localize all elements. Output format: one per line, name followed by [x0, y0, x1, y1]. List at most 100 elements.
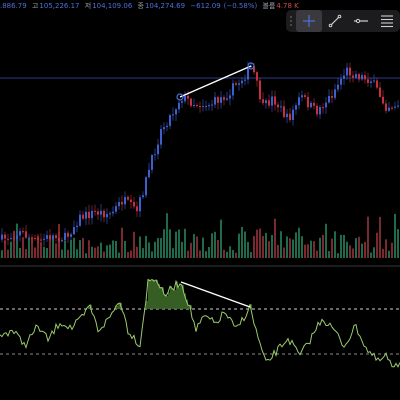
volume-bar — [322, 234, 324, 258]
drawing-toolbar[interactable] — [286, 10, 400, 32]
crosshair-button[interactable] — [296, 10, 322, 32]
candle-body — [397, 105, 399, 107]
candle-body — [304, 95, 306, 97]
volume-bar — [307, 244, 309, 258]
candle-body — [322, 107, 324, 109]
candle-body — [10, 238, 12, 240]
volume-bar — [235, 252, 237, 258]
candle-body — [385, 103, 387, 111]
volume-bar — [352, 248, 354, 258]
candle-body — [28, 237, 30, 239]
candle-body — [283, 106, 285, 118]
candle-body — [139, 197, 141, 212]
volume-bar — [316, 250, 318, 258]
candle-body — [310, 102, 312, 108]
horizontal-ray-button[interactable] — [348, 10, 374, 32]
volume-bar — [325, 223, 327, 258]
volume-bar — [148, 242, 150, 258]
candle-body — [193, 104, 195, 106]
low-value: 104,109.06 — [92, 2, 133, 10]
candle-body — [136, 206, 138, 212]
close-value: 104,274.69 — [144, 2, 186, 10]
volume-bar — [106, 245, 108, 258]
volume-bar — [121, 227, 123, 258]
volume-bar — [202, 237, 204, 258]
candle-body — [325, 102, 327, 108]
volume-bar — [199, 250, 201, 258]
volume-bar — [271, 235, 273, 258]
volume-bar — [286, 236, 288, 258]
candle-body — [289, 113, 291, 120]
candle-body — [316, 105, 318, 115]
volume-bar — [205, 251, 207, 258]
volume-bar — [274, 218, 276, 258]
volume-bar — [118, 252, 120, 258]
volume-bar — [376, 232, 378, 258]
candle-body — [100, 210, 102, 215]
volume-bar — [10, 241, 12, 258]
volume-bar — [382, 248, 384, 258]
volume-bar — [364, 241, 366, 258]
volume-bar — [94, 247, 96, 258]
volume-bar — [181, 241, 183, 258]
candle-body — [286, 113, 288, 118]
fib-retracement-button[interactable] — [374, 10, 400, 32]
candle-body — [172, 114, 174, 116]
candle-body — [313, 102, 315, 106]
candle-body — [88, 211, 90, 219]
volume-bar — [76, 249, 78, 258]
candle-body — [19, 231, 21, 236]
candle-body — [184, 95, 186, 102]
volume-bar — [151, 251, 153, 258]
candle-body — [49, 235, 51, 240]
candle-body — [214, 97, 216, 105]
trendline-drawing[interactable] — [179, 65, 252, 98]
volume-bar — [370, 252, 372, 258]
candle-body — [379, 87, 381, 97]
volume-bar — [265, 232, 267, 258]
candlestick-pane — [1, 61, 399, 248]
volume-bar — [343, 234, 345, 258]
candle-body — [199, 105, 201, 108]
candle-body — [109, 213, 111, 215]
volume-bar — [268, 241, 270, 258]
candle-body — [277, 104, 279, 108]
candle-body — [382, 96, 384, 104]
candle-body — [154, 154, 156, 156]
volume-bar — [169, 229, 171, 258]
candle-body — [268, 100, 270, 106]
candle-body — [301, 95, 303, 98]
trendline-button[interactable] — [322, 10, 348, 32]
divergence-drawing[interactable] — [180, 281, 251, 308]
volume-bar — [64, 240, 66, 258]
volume-bar — [361, 243, 363, 258]
volume-bar — [244, 231, 246, 258]
volume-bar — [145, 235, 147, 258]
chart-canvas[interactable] — [0, 0, 400, 400]
candle-body — [334, 89, 336, 98]
candle-body — [64, 232, 66, 241]
drag-handle-icon[interactable] — [286, 10, 296, 32]
candle-body — [25, 231, 27, 238]
candle-body — [337, 84, 339, 90]
volume-bar — [187, 250, 189, 258]
candle-body — [328, 96, 330, 103]
candle-body — [370, 81, 372, 83]
volume-bar — [349, 245, 351, 258]
volume-bar — [247, 241, 249, 258]
volume-bar — [112, 240, 114, 258]
volume-bar — [193, 234, 195, 258]
candle-body — [241, 80, 243, 84]
volume-bar — [91, 246, 93, 258]
volume-bar — [40, 242, 42, 258]
candle-body — [79, 214, 81, 226]
candle-body — [103, 210, 105, 218]
volume-bar — [241, 226, 243, 258]
candle-body — [391, 107, 393, 109]
candle-body — [160, 129, 162, 145]
candle-body — [226, 98, 228, 100]
candle-body — [175, 109, 177, 115]
volume-bar — [250, 252, 252, 258]
candle-body — [115, 206, 117, 212]
volume-bar — [337, 253, 339, 258]
